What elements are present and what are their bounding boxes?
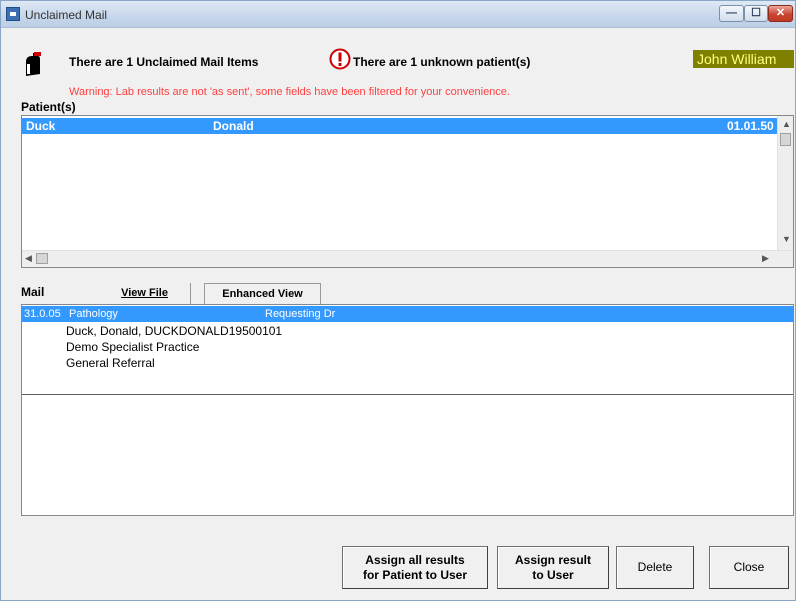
horizontal-scroll-thumb[interactable] xyxy=(36,253,48,264)
close-window-button[interactable]: ✕ xyxy=(768,5,793,22)
close-icon: ✕ xyxy=(775,7,786,19)
scroll-right-icon[interactable]: ▶ xyxy=(762,253,769,264)
maximize-icon: ☐ xyxy=(751,7,761,19)
mail-type: Pathology xyxy=(69,308,118,320)
unclaimed-mail-window: Unclaimed Mail — ☐ ✕ There are 1 Unclaim… xyxy=(0,0,796,601)
mail-detail-practice: Demo Specialist Practice xyxy=(66,340,200,354)
close-button[interactable]: Close xyxy=(709,546,789,589)
mail-list[interactable]: 31.0.05 Pathology Requesting Dr Duck, Do… xyxy=(21,304,794,516)
minimize-button[interactable]: — xyxy=(719,5,744,22)
scroll-down-icon[interactable]: ▼ xyxy=(782,234,791,244)
mail-row[interactable]: 31.0.05 Pathology Requesting Dr xyxy=(22,306,793,322)
patient-row[interactable]: Duck Donald 01.01.50 xyxy=(22,118,777,134)
assign-result-button[interactable]: Assign result to User xyxy=(497,546,609,589)
patients-label: Patient(s) xyxy=(21,100,76,114)
patient-surname: Duck xyxy=(26,119,56,133)
mail-date: 31.0.05 xyxy=(24,308,61,320)
mail-requesting: Requesting Dr xyxy=(265,308,336,320)
patients-horizontal-scrollbar[interactable]: ◀ ▶ xyxy=(22,250,793,267)
patients-list[interactable]: Duck Donald 01.01.50 ▲ ▼ ◀ ▶ xyxy=(21,115,794,268)
vertical-scroll-thumb[interactable] xyxy=(780,133,791,146)
delete-button[interactable]: Delete xyxy=(616,546,694,589)
alert-icon xyxy=(329,48,351,70)
window-title: Unclaimed Mail xyxy=(25,8,108,22)
mail-icon xyxy=(26,52,41,76)
app-icon xyxy=(6,7,20,21)
tab-view-file[interactable]: View File xyxy=(99,283,191,305)
unclaimed-count-text: There are 1 Unclaimed Mail Items xyxy=(69,55,259,69)
warning-message: Warning: Lab results are not 'as sent', … xyxy=(69,86,510,98)
patient-given-name: Donald xyxy=(213,119,254,133)
assign-all-results-button[interactable]: Assign all results for Patient to User xyxy=(342,546,488,589)
unknown-patients-text: There are 1 unknown patient(s) xyxy=(353,55,531,69)
mail-label: Mail xyxy=(21,285,45,299)
title-bar[interactable]: Unclaimed Mail — ☐ ✕ xyxy=(1,1,795,28)
mail-detail-type: General Referral xyxy=(66,356,155,370)
patients-vertical-scrollbar[interactable]: ▲ ▼ xyxy=(777,116,793,250)
scroll-left-icon[interactable]: ◀ xyxy=(25,253,32,264)
maximize-button[interactable]: ☐ xyxy=(744,5,768,22)
scroll-up-icon[interactable]: ▲ xyxy=(782,119,791,129)
mail-divider xyxy=(22,394,793,395)
mail-detail-patient: Duck, Donald, DUCKDONALD19500101 xyxy=(66,324,283,338)
patient-dob: 01.01.50 xyxy=(727,119,774,133)
minimize-icon: — xyxy=(726,7,737,19)
tab-enhanced-view[interactable]: Enhanced View xyxy=(204,283,321,305)
current-user-badge: John William xyxy=(693,50,794,68)
